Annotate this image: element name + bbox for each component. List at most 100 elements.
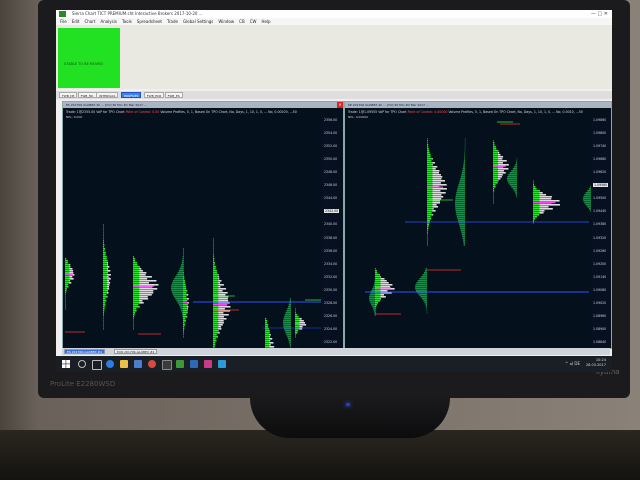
sierra-chart-icon[interactable] xyxy=(176,360,184,368)
close-icon[interactable]: ✕ xyxy=(337,102,343,108)
volume-row xyxy=(464,142,466,144)
tpo-row xyxy=(103,264,107,266)
tpo-row xyxy=(213,314,219,316)
menu-item-chart[interactable]: Chart xyxy=(84,19,95,24)
tpo-row xyxy=(106,262,109,264)
chart-left-plot[interactable] xyxy=(63,118,321,348)
volume-row xyxy=(416,282,427,284)
tpo-row xyxy=(69,264,71,266)
volume-row xyxy=(283,320,291,322)
tpo-row xyxy=(103,266,107,268)
task-view-icon[interactable] xyxy=(92,360,102,370)
tpo-row xyxy=(432,176,443,178)
chart-right-plot[interactable] xyxy=(345,118,591,348)
volume-row xyxy=(422,274,427,276)
volume-row xyxy=(289,342,291,344)
tpo-row xyxy=(183,318,186,320)
volume-row xyxy=(284,316,291,318)
menu-item-cw[interactable]: CW xyxy=(250,19,257,24)
volume-row xyxy=(512,168,517,170)
tpo-row xyxy=(380,294,384,296)
tpo-row xyxy=(432,158,433,160)
status-block[interactable]: STABLE TO BE MOVED xyxy=(58,28,120,88)
trading-app-icon[interactable] xyxy=(190,360,198,368)
tpo-row xyxy=(427,232,428,234)
tpo-row xyxy=(103,326,104,328)
menu-item-trade[interactable]: Trade xyxy=(167,19,178,24)
tpo-row xyxy=(533,206,540,208)
tpo-row xyxy=(497,160,507,162)
media-app-icon[interactable] xyxy=(204,360,212,368)
price-axis-label: 1.09560 xyxy=(593,183,609,188)
tpo-row xyxy=(427,220,430,222)
menu-item-analysis[interactable]: Analysis xyxy=(100,19,116,24)
tpo-row xyxy=(295,312,296,314)
chart-left-price-axis[interactable]: 2356.00 2354.00 2352.00 2350.00 2348.00 2346.… xyxy=(322,118,342,348)
tpo-row xyxy=(533,200,540,202)
tab-fwb_mc[interactable]: FWB_MC xyxy=(77,92,97,98)
tab-fwb_de[interactable]: FWB_DE xyxy=(59,92,78,98)
tpo-row xyxy=(218,326,222,328)
volume-row xyxy=(283,324,291,326)
network-app-icon[interactable] xyxy=(218,360,226,368)
tpo-row xyxy=(186,306,189,308)
tpo-row xyxy=(427,234,428,236)
window-controls[interactable]: — □ ✕ xyxy=(591,10,608,18)
windows-start-icon[interactable] xyxy=(62,360,70,368)
window-titlebar[interactable]: Sierra Chart TICT PREMIUM.cht Interactiv… xyxy=(56,10,612,18)
menu-item-window[interactable]: Window xyxy=(218,19,234,24)
chart-tab-2[interactable]: EUR 201706-GLOBEX #2 xyxy=(114,349,158,354)
tpo-row xyxy=(133,256,134,258)
screen: Sierra Chart TICT PREMIUM.cht Interactiv… xyxy=(56,10,612,372)
edge-browser-icon[interactable] xyxy=(106,360,114,368)
search-icon[interactable] xyxy=(78,360,86,368)
chart-window-left[interactable]: ES 201706 GLOBEX 4h ... [CV] 30 Min #1 M… xyxy=(62,101,344,349)
volume-row xyxy=(289,344,291,346)
app-window-icon[interactable] xyxy=(162,360,172,370)
tpo-row xyxy=(213,284,219,286)
tpo-row xyxy=(427,208,433,210)
tpo-row xyxy=(103,244,105,246)
tpo-row xyxy=(183,292,187,294)
chart-tab-1[interactable]: ES 201706-GLOBEX #1 xyxy=(64,349,106,354)
system-tray-icons[interactable]: ^ ◂) DE xyxy=(565,361,580,366)
tpo-row xyxy=(103,236,104,238)
tpo-row xyxy=(375,278,381,280)
tpo-row xyxy=(295,320,300,322)
chrome-icon[interactable] xyxy=(148,360,156,368)
tab-profiles[interactable]: PROFILES xyxy=(121,92,142,98)
tpo-row xyxy=(139,290,154,292)
tab-fwb_es[interactable]: FWB_ES xyxy=(164,92,183,98)
tpo-row xyxy=(65,288,67,290)
tpo-row xyxy=(493,198,494,200)
chart-right-price-axis[interactable]: 1.09860 1.09800 1.09740 1.09680 1.09620 1.095… xyxy=(591,118,611,348)
volume-row xyxy=(424,270,427,272)
menu-item-tools[interactable]: Tools xyxy=(122,19,132,24)
tpo-row xyxy=(133,308,137,310)
tpo-row xyxy=(493,174,498,176)
tpo-row xyxy=(65,302,66,304)
menu-item-spreadsheet[interactable]: Spreadsheet xyxy=(137,19,162,24)
tpo-row xyxy=(183,258,184,260)
tpo-row xyxy=(139,282,150,284)
poc-marker xyxy=(65,273,73,275)
menu-item-help[interactable]: Help xyxy=(261,19,270,24)
chart-window-right[interactable]: 6E 201706 GLOBEX 4h ... [CV] 30 Min #2 M… xyxy=(344,101,612,349)
menu-item-edit[interactable]: Edit xyxy=(72,19,80,24)
tpo-row xyxy=(497,178,501,180)
store-icon[interactable] xyxy=(134,360,142,368)
menu-item-global-settings[interactable]: Global Settings xyxy=(183,19,213,24)
chart-right-title[interactable]: 6E 201706 GLOBEX 4h ... [CV] 30 Min #2 M… xyxy=(345,102,611,108)
volume-row xyxy=(422,298,427,300)
file-explorer-icon[interactable] xyxy=(120,360,128,368)
tab-fwb_eur[interactable]: FWB_EUR xyxy=(143,92,165,98)
clock[interactable]: 10:24 28.03.2017 xyxy=(586,358,606,368)
volume-row xyxy=(464,146,466,148)
menu-item-file[interactable]: File xyxy=(60,19,67,24)
chart-left-title[interactable]: ES 201706 GLOBEX 4h ... [CV] 30 Min #1 M… xyxy=(63,102,343,108)
tpo-row xyxy=(213,318,219,320)
menu-item-cb[interactable]: CB xyxy=(239,19,245,24)
tab-intervals[interactable]: INTERVALS xyxy=(96,92,119,98)
volume-row xyxy=(464,144,466,146)
tpo-row xyxy=(133,292,140,294)
